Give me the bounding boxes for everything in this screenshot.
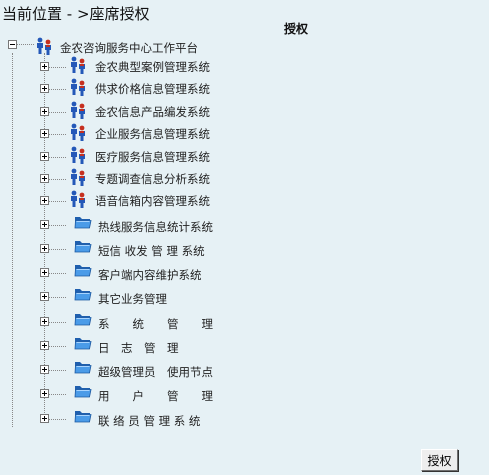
expand-toggle[interactable] bbox=[40, 220, 49, 229]
tree-connector bbox=[49, 157, 66, 158]
permission-tree: 金农咨询服务中心工作平台 金农典型案例管理系统 供求价格信息管理系统 金农信息产品编… bbox=[0, 0, 489, 440]
tree-connector bbox=[49, 67, 66, 68]
tree-node-label[interactable]: 日 志 管 理 bbox=[98, 340, 179, 356]
tree-connector bbox=[49, 134, 66, 135]
expand-toggle[interactable] bbox=[40, 152, 49, 161]
people-icon bbox=[71, 168, 85, 186]
tree-node-item[interactable]: 医疗服务信息管理系统 bbox=[70, 146, 250, 166]
tree-node-label[interactable]: 语音信箱内容管理系统 bbox=[95, 193, 210, 209]
people-icon bbox=[71, 56, 85, 74]
tree-node-item[interactable]: 用 户 管 理 bbox=[74, 383, 254, 403]
expand-toggle[interactable] bbox=[40, 341, 49, 350]
expand-toggle[interactable] bbox=[40, 365, 49, 374]
expand-toggle[interactable] bbox=[40, 389, 49, 398]
tree-node-label[interactable]: 金农信息产品编发系统 bbox=[95, 104, 210, 120]
tree-connector bbox=[49, 249, 66, 250]
tree-node-item[interactable]: 专题调查信息分析系统 bbox=[70, 168, 250, 188]
tree-node-item[interactable]: 客户端内容维护系统 bbox=[74, 262, 254, 282]
tree-node-label[interactable]: 其它业务管理 bbox=[98, 291, 167, 307]
tree-connector bbox=[49, 370, 66, 371]
tree-connector bbox=[49, 394, 66, 395]
people-icon bbox=[71, 78, 85, 96]
folder-icon bbox=[74, 338, 92, 350]
tree-node-item[interactable]: 联 络 员 管 理 系 统 bbox=[74, 408, 254, 428]
tree-connector bbox=[49, 201, 66, 202]
tree-connector bbox=[49, 419, 66, 420]
expand-toggle[interactable] bbox=[40, 268, 49, 277]
tree-node-item[interactable]: 供求价格信息管理系统 bbox=[70, 78, 250, 98]
tree-connector bbox=[49, 89, 66, 90]
tree-node-item[interactable]: 热线服务信息统计系统 bbox=[74, 214, 254, 234]
expand-toggle[interactable] bbox=[40, 317, 49, 326]
tree-node-item[interactable]: 金农信息产品编发系统 bbox=[70, 101, 250, 121]
expand-toggle[interactable] bbox=[40, 107, 49, 116]
tree-node-label[interactable]: 企业服务信息管理系统 bbox=[95, 126, 210, 142]
folder-icon bbox=[74, 265, 92, 277]
people-icon bbox=[71, 146, 85, 164]
folder-icon bbox=[74, 411, 92, 423]
people-icon bbox=[37, 37, 51, 55]
tree-node-item[interactable]: 超级管理员 使用节点 bbox=[74, 359, 254, 379]
expand-toggle[interactable] bbox=[40, 196, 49, 205]
folder-icon bbox=[74, 362, 92, 374]
folder-icon bbox=[74, 386, 92, 398]
tree-node-label[interactable]: 短信 收发 管 理 系统 bbox=[98, 243, 205, 259]
tree-node-item[interactable]: 语音信箱内容管理系统 bbox=[70, 190, 250, 210]
tree-node-label[interactable]: 金农典型案例管理系统 bbox=[95, 59, 210, 75]
tree-node-label[interactable]: 系 统 管 理 bbox=[98, 316, 213, 332]
tree-node-label[interactable]: 联 络 员 管 理 系 统 bbox=[98, 413, 200, 429]
expand-toggle[interactable] bbox=[40, 244, 49, 253]
root-collapse-toggle[interactable] bbox=[8, 40, 17, 49]
people-icon bbox=[71, 123, 85, 141]
tree-root-line bbox=[12, 53, 13, 427]
tree-connector bbox=[49, 322, 66, 323]
tree-connector bbox=[49, 297, 66, 298]
expand-toggle[interactable] bbox=[40, 174, 49, 183]
tree-connector bbox=[49, 225, 66, 226]
tree-node-label[interactable]: 医疗服务信息管理系统 bbox=[95, 149, 210, 165]
tree-node-label[interactable]: 供求价格信息管理系统 bbox=[95, 81, 210, 97]
tree-node-label[interactable]: 金农咨询服务中心工作平台 bbox=[60, 40, 198, 56]
tree-node-item[interactable]: 其它业务管理 bbox=[74, 286, 254, 306]
tree-node-label[interactable]: 客户端内容维护系统 bbox=[98, 267, 202, 283]
tree-node-item[interactable]: 短信 收发 管 理 系统 bbox=[74, 238, 254, 258]
tree-node-item[interactable]: 企业服务信息管理系统 bbox=[70, 123, 250, 143]
folder-icon bbox=[74, 241, 92, 253]
tree-connector bbox=[49, 112, 66, 113]
tree-node-label[interactable]: 用 户 管 理 bbox=[98, 388, 213, 404]
expand-toggle[interactable] bbox=[40, 84, 49, 93]
tree-node-label[interactable]: 热线服务信息统计系统 bbox=[98, 219, 213, 235]
tree-node-item[interactable]: 金农典型案例管理系统 bbox=[70, 56, 250, 76]
tree-node-root[interactable]: 金农咨询服务中心工作平台 bbox=[36, 37, 296, 57]
tree-connector bbox=[49, 346, 66, 347]
expand-toggle[interactable] bbox=[40, 292, 49, 301]
tree-connector bbox=[49, 179, 66, 180]
tree-node-label[interactable]: 专题调查信息分析系统 bbox=[95, 171, 210, 187]
expand-toggle[interactable] bbox=[40, 129, 49, 138]
tree-node-item[interactable]: 系 统 管 理 bbox=[74, 311, 254, 331]
grant-button[interactable]: 授权 bbox=[421, 449, 458, 471]
tree-connector bbox=[49, 273, 66, 274]
tree-node-label[interactable]: 超级管理员 使用节点 bbox=[98, 364, 213, 380]
folder-icon bbox=[74, 217, 92, 229]
folder-icon bbox=[74, 314, 92, 326]
expand-toggle[interactable] bbox=[40, 62, 49, 71]
expand-toggle[interactable] bbox=[40, 414, 49, 423]
folder-icon bbox=[74, 289, 92, 301]
tree-connector bbox=[17, 44, 34, 45]
people-icon bbox=[71, 101, 85, 119]
tree-node-item[interactable]: 日 志 管 理 bbox=[74, 335, 254, 355]
people-icon bbox=[71, 190, 85, 208]
